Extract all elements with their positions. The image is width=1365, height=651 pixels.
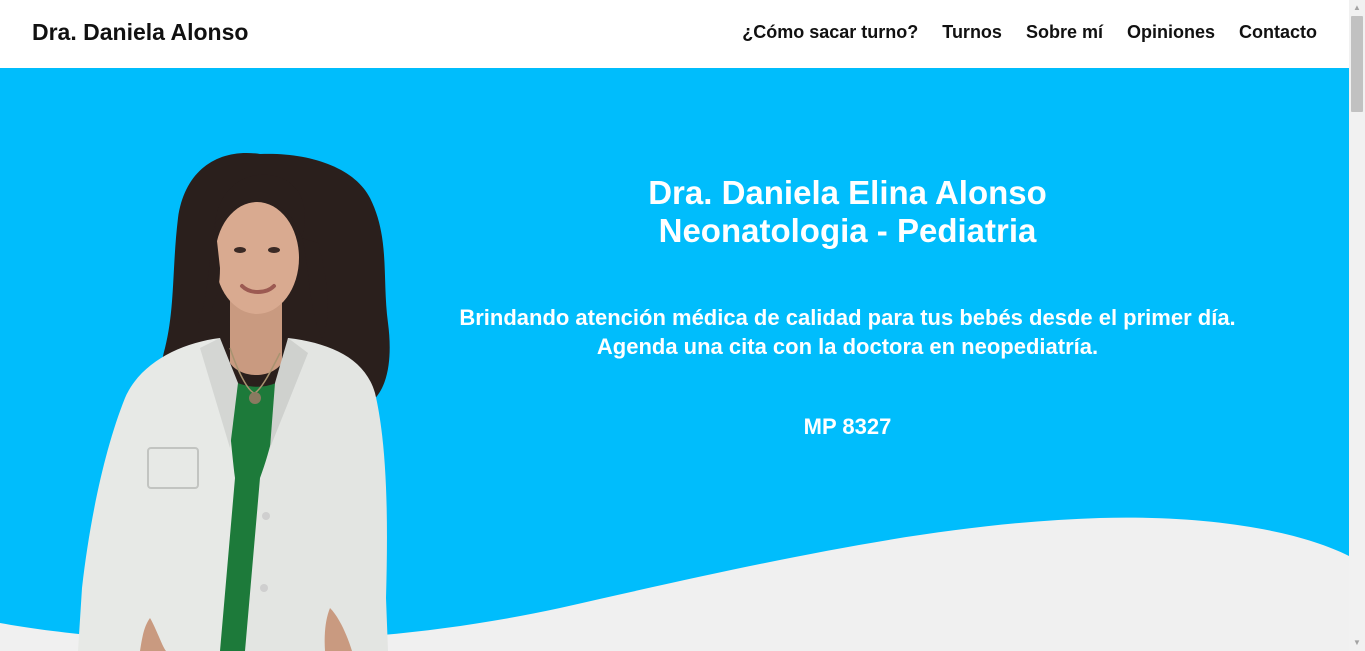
nav-link-como-sacar-turno[interactable]: ¿Cómo sacar turno? bbox=[742, 22, 918, 43]
page: Dra. Daniela Alonso ¿Cómo sacar turno? T… bbox=[0, 0, 1349, 651]
nav-link-contacto[interactable]: Contacto bbox=[1239, 22, 1317, 43]
nav-link-opiniones[interactable]: Opiniones bbox=[1127, 22, 1215, 43]
hero-subtitle-line-2: Agenda una cita con la doctora en neoped… bbox=[596, 334, 1099, 359]
hero-section: Dra. Daniela Elina Alonso Neonatologia -… bbox=[0, 68, 1349, 651]
site-brand[interactable]: Dra. Daniela Alonso bbox=[32, 19, 248, 46]
hero-subtitle: Brindando atención médica de calidad par… bbox=[420, 303, 1275, 361]
hero-title-name: Dra. Daniela Elina Alonso bbox=[648, 174, 1047, 211]
main-nav: ¿Cómo sacar turno? Turnos Sobre mí Opini… bbox=[742, 22, 1317, 43]
vertical-scrollbar[interactable]: ▲ ▼ bbox=[1349, 0, 1365, 651]
hero-subtitle-line-1: Brindando atención médica de calidad par… bbox=[459, 305, 1236, 330]
license-number: MP 8327 bbox=[803, 414, 892, 439]
nav-link-sobre-mi[interactable]: Sobre mí bbox=[1026, 22, 1103, 43]
nav-link-turnos[interactable]: Turnos bbox=[942, 22, 1002, 43]
hero-title: Dra. Daniela Elina Alonso Neonatologia -… bbox=[420, 174, 1275, 250]
doctor-portrait bbox=[78, 152, 390, 651]
triangle-up-icon[interactable]: ▲ bbox=[1349, 0, 1365, 16]
hero-title-specialty: Neonatologia - Pediatria bbox=[658, 212, 1037, 249]
scrollbar-thumb[interactable] bbox=[1351, 16, 1363, 112]
site-header: Dra. Daniela Alonso ¿Cómo sacar turno? T… bbox=[0, 0, 1349, 68]
triangle-down-icon[interactable]: ▼ bbox=[1349, 635, 1365, 651]
